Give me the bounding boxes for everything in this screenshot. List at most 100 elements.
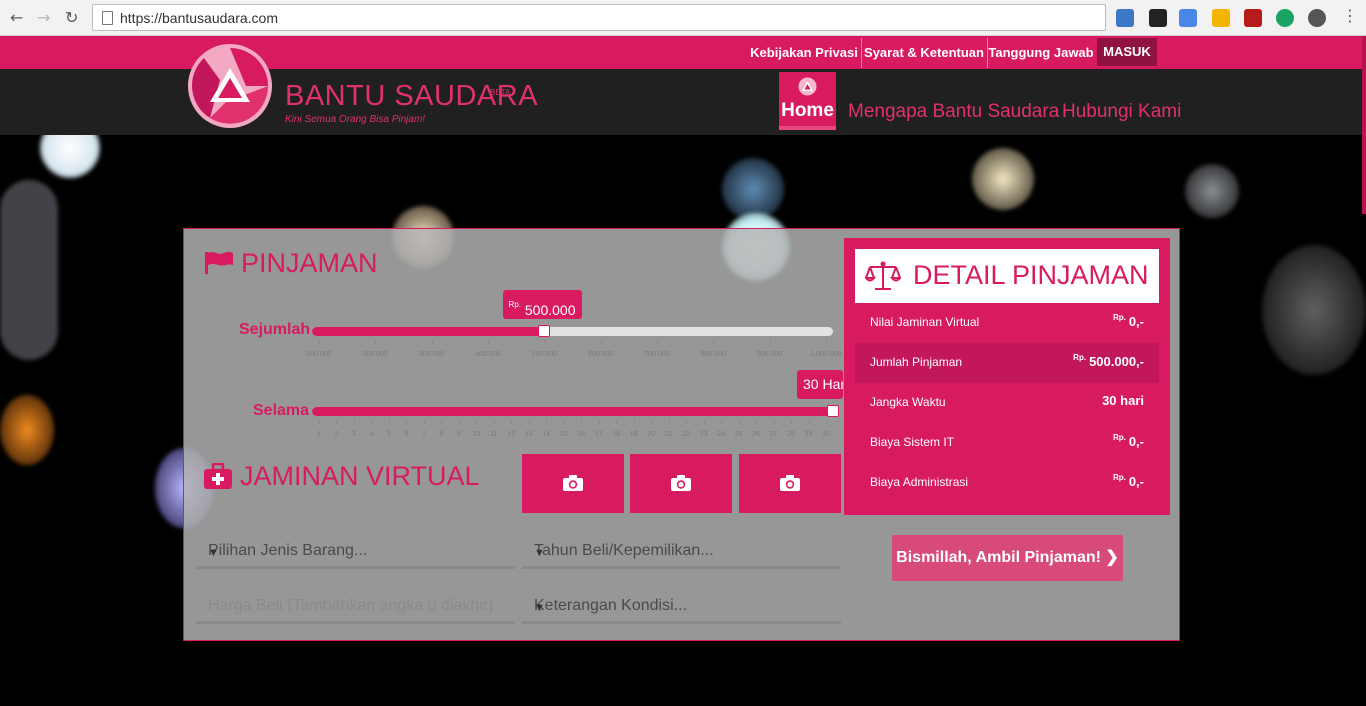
drive-icon[interactable] [1212, 9, 1230, 27]
detail-row-value: Rp. 0,- [1113, 473, 1144, 489]
tick-label: 1.000.000 [810, 351, 842, 358]
tick-mark [511, 420, 513, 424]
reload-icon[interactable]: ↻ [65, 8, 78, 28]
tick-label: 800.000 [700, 351, 726, 358]
tick-label: 21 [664, 431, 673, 438]
logo-small-icon [798, 77, 817, 96]
nav-home[interactable]: Home [779, 72, 836, 130]
privacy-link[interactable]: Kebijakan Privasi [750, 36, 858, 69]
address-bar[interactable]: https://bantusaudara.com [92, 4, 1106, 31]
tick-label: 11 [490, 431, 498, 438]
purchase-price-input[interactable]: Harga Beli (Tambahkan angka 0 diakhir) [196, 592, 515, 624]
tick-mark [791, 420, 793, 424]
tick-mark [686, 420, 688, 424]
amount-value: 500.000 [524, 302, 576, 318]
tick-label: 600.000 [588, 351, 614, 358]
detail-row-label: Nilai Jaminan Virtual [870, 315, 980, 329]
tick-label: 3 [352, 431, 356, 438]
balance-scale-icon [865, 261, 901, 290]
extension-m-icon[interactable] [1244, 9, 1262, 27]
tick-mark [441, 420, 443, 424]
tick-label: 30 [822, 431, 830, 438]
back-arrow-icon[interactable]: ← [10, 8, 23, 28]
loan-detail-card: DETAIL PINJAMAN Nilai Jaminan Virtual Rp… [844, 238, 1170, 515]
tick-mark [826, 340, 827, 344]
amount-ticks: 100.000 200.000 300.000 400.000 500.000 600.0… [306, 340, 842, 358]
grammarly-icon[interactable] [1276, 9, 1294, 27]
tick-label: 25 [734, 431, 743, 438]
scrollbar[interactable] [1362, 36, 1366, 214]
tick-mark [826, 420, 827, 424]
amount-slider-handle[interactable] [537, 325, 550, 337]
detail-row-label: Jangka Waktu [870, 395, 946, 409]
currency-label: Rp. [1112, 313, 1126, 322]
tick-label: 15 [559, 431, 568, 438]
photo-upload-button-3[interactable] [739, 454, 841, 513]
extension-profile-icon[interactable] [1308, 9, 1326, 27]
tick-mark [431, 340, 433, 344]
amount-bubble: Rp. 500.000 [502, 290, 582, 319]
detail-row-amount: 500.000,- [1089, 354, 1144, 369]
detail-row-value: Rp. 0,- [1113, 433, 1144, 449]
tick-mark [528, 420, 530, 424]
beta-badge: BETA [490, 88, 511, 97]
tick-mark [336, 420, 338, 424]
condition-select[interactable]: Keterangan Kondisi... ▼ [522, 592, 841, 624]
tick-mark [773, 420, 775, 424]
forward-arrow-icon[interactable]: → [37, 8, 50, 28]
responsibility-link[interactable]: Tanggung Jawab [988, 36, 1094, 69]
detail-row-amount: 0,- [1128, 474, 1144, 489]
extension-icon[interactable] [1116, 9, 1134, 27]
nav-why[interactable]: Mengapa Bantu Saudara [848, 101, 1059, 123]
photo-upload-button-2[interactable] [630, 454, 732, 513]
tick-label: 700.000 [644, 351, 670, 358]
currency-label: Rp. [1073, 353, 1087, 362]
tick-mark [493, 420, 495, 424]
currency-label: Rp. [1112, 473, 1126, 482]
url-text: https://bantusaudara.com [120, 10, 278, 26]
tick-label: 24 [717, 431, 725, 438]
purchase-year-select[interactable]: Tahun Beli/Kepemilikan... ▼ [522, 537, 841, 569]
photo-upload-button-1[interactable] [522, 454, 624, 513]
tick-mark [738, 420, 740, 424]
take-loan-button[interactable]: Bismillah, Ambil Pinjaman! ❯ [892, 535, 1123, 581]
tick-mark [633, 420, 635, 424]
tick-label: 16 [577, 431, 586, 438]
flag-icon [205, 251, 233, 274]
camera-icon [671, 475, 691, 491]
nav-home-label: Home [781, 100, 834, 121]
detail-row: Biaya Administrasi Rp. 0,- [855, 463, 1159, 503]
tick-mark [546, 420, 548, 424]
menu-icon[interactable]: ⋮ [1342, 6, 1358, 26]
take-loan-label: Bismillah, Ambil Pinjaman! [896, 549, 1101, 566]
detail-row: Jumlah Pinjaman Rp. 500.000,- [855, 343, 1159, 383]
item-type-select[interactable]: Pilihan Jenis Barang... ▼ [196, 537, 515, 569]
detail-row-label: Biaya Sistem IT [870, 435, 955, 449]
login-button[interactable]: MASUK [1097, 38, 1157, 66]
tick-label: 5 [386, 431, 391, 438]
nav-contact[interactable]: Hubungi Kami [1062, 101, 1181, 123]
extension-glasses-icon[interactable] [1149, 9, 1167, 27]
tick-label: 29 [804, 431, 813, 438]
tick-mark [600, 340, 602, 344]
duration-slider-handle[interactable] [827, 405, 839, 417]
tick-mark [713, 340, 715, 344]
detail-row: Jangka Waktu 30 hari [855, 383, 1159, 423]
tick-mark [581, 420, 583, 424]
brand-tagline: Kini Semua Orang Bisa Pinjam! [285, 114, 426, 125]
tick-mark [319, 340, 320, 344]
translate-icon[interactable] [1179, 9, 1197, 27]
tick-mark [598, 420, 600, 424]
tick-mark [488, 340, 489, 344]
tick-mark [668, 420, 670, 424]
tick-mark [406, 420, 408, 424]
tick-label: 8 [439, 431, 444, 438]
logo-icon[interactable] [186, 42, 274, 130]
tick-label: 22 [682, 431, 691, 438]
tick-mark [651, 420, 653, 424]
tick-label: 6 [404, 431, 409, 438]
amount-slider-fill [312, 327, 544, 336]
detail-row-value: 30 hari [1102, 393, 1144, 408]
tick-label: 10 [472, 431, 481, 438]
terms-link[interactable]: Syarat & Ketentuan [862, 36, 986, 69]
